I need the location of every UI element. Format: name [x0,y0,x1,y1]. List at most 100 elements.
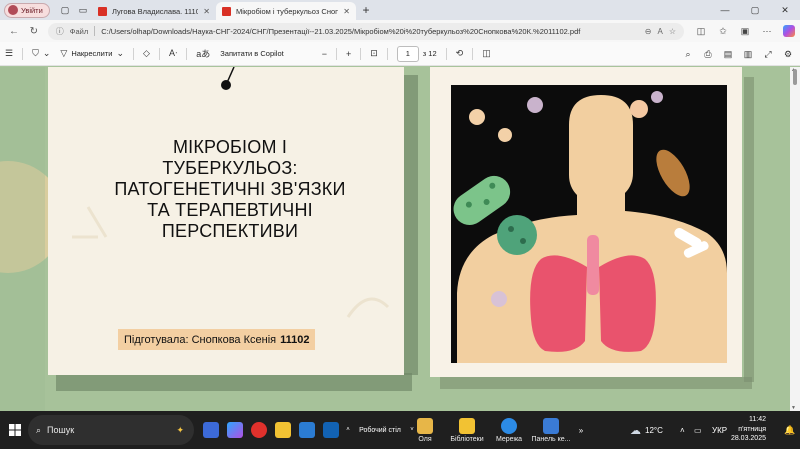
user-folder-icon [417,417,433,434]
favorites-icon[interactable]: ✩ [712,20,734,42]
maximize-button[interactable]: ▢ [740,0,770,20]
edge-icon [203,422,219,438]
pinned-network[interactable]: Мережа [494,411,524,449]
language-indicator[interactable]: УКР [712,411,727,449]
pen-icon: ▽ [60,48,68,58]
rotate-button[interactable]: ⟲ [451,42,469,66]
search-icon[interactable]: ⌕ [678,42,698,66]
page-view-button[interactable]: ◫ [477,42,496,66]
word-button[interactable] [296,411,318,449]
pinned-label: Бібліотеки [450,435,484,443]
more-icon[interactable]: ⋯ [756,20,778,42]
copilot-button[interactable] [778,20,800,42]
outlook-button[interactable] [320,411,342,449]
chevron-down-icon: ⌄ [42,48,51,58]
network-tray-icon[interactable]: ▭ [694,411,702,449]
divider [445,47,447,60]
pinned-label: Панель ке... [531,435,571,443]
microbiome-illustration [451,85,727,363]
avatar [8,5,18,15]
read-aloud-icon: Aᐧ [168,48,178,58]
divider [22,47,24,60]
eraser-icon: ◇ [143,48,150,58]
close-icon[interactable]: ✕ [203,7,210,16]
pinned-libraries[interactable]: Бібліотеки [448,411,486,449]
copilot-app-button[interactable] [224,411,246,449]
back-button[interactable]: ← [4,20,24,42]
slide-title-panel: Мікробіом і туберкульоз: патогенетичні з… [48,67,404,375]
tab-microbiome[interactable]: Мікробіом і туберкульоз Снопков ✕ [216,2,356,20]
opera-button[interactable] [248,411,270,449]
contents-button[interactable]: ☰ [0,42,18,66]
save-icon[interactable]: ▤ [718,42,738,66]
page-number-input[interactable]: 1 [396,45,419,62]
refresh-button[interactable]: ↻ [24,20,44,42]
weather-widget[interactable]: ☁ 12°C [630,411,663,449]
tab-actions-icon[interactable]: ▢ [56,0,74,20]
filter-button[interactable]: ⛉ ⌄ [27,42,55,66]
close-window-button[interactable]: ✕ [770,0,800,20]
print-icon[interactable]: ⎙ [698,42,718,66]
split-screen-icon[interactable]: ◫ [690,20,712,42]
profile-label: Увійти [21,5,43,15]
chevron-up-icon[interactable]: ˄ [344,411,352,449]
fit-page-button[interactable]: ⊡ [365,42,383,66]
desktop-label[interactable]: Робочий стіл [356,411,404,449]
minus-icon: − [321,48,327,59]
tab-title: Мікробіом і туберкульоз Снопков [236,6,339,16]
window-controls: — ▢ ✕ [710,0,800,20]
close-icon[interactable]: ✕ [343,7,350,16]
divider [335,47,337,60]
pinned-control-panel[interactable]: Панель ке... [530,411,572,449]
ask-copilot-label: Запитати в Copilot [220,49,284,58]
save-as-icon[interactable]: ▥ [738,42,758,66]
zoom-icon[interactable]: ⊖ [645,27,652,36]
plus-icon: + [345,48,352,59]
favorite-icon[interactable]: ☆ [669,27,676,36]
start-button[interactable] [4,411,26,449]
draw-label: Накреслити [71,49,113,58]
divider [386,47,388,60]
read-aloud-button[interactable]: Aᐧ [164,42,182,66]
zoom-in-button[interactable]: + [341,42,356,66]
notifications-icon[interactable]: 🔔 [784,411,795,449]
settings-icon[interactable]: ⚙ [778,42,798,66]
title-bar: Увійти ▢ ▭ Лугова Владислава. 11102. Вар… [0,0,800,20]
file-explorer-button[interactable] [272,411,294,449]
eraser-button[interactable]: ◇ [138,42,155,66]
new-tab-button[interactable]: + [356,0,376,20]
windows-icon [9,424,21,436]
tray-overflow-icon[interactable]: ˄ [680,411,685,449]
fullscreen-icon[interactable]: ⤢ [758,42,778,66]
read-aloud-icon[interactable]: A [657,27,662,36]
divider [158,47,160,60]
collections-icon[interactable]: ▣ [734,20,756,42]
search-icon: ⌕ [36,424,42,435]
zoom-out-button[interactable]: − [317,42,332,66]
task-view-button[interactable] [200,411,222,449]
pdf-viewport[interactable]: Мікробіом і туберкульоз: патогенетичні з… [0,67,790,411]
tab-lugova[interactable]: Лугова Владислава. 11102. Варіант ✕ [92,2,216,20]
clock-weekday: п'ятниця [738,425,766,433]
clock[interactable]: 11:42 п'ятниця 28.03.2025 [731,415,766,444]
pinned-user-folder[interactable]: Оля [414,411,436,449]
translate-button[interactable]: aあ [191,42,215,66]
vertical-tabs-icon[interactable]: ▭ [74,0,92,20]
search-box[interactable]: ⌕ Пошук ✦ [28,415,194,445]
address-bar[interactable]: ⓘ Файл C:/Users/olhap/Downloads/Наука-СН… [47,22,684,40]
chevron-right-icon[interactable]: » [576,411,586,449]
page-navigator: 1 з 12 [392,42,442,66]
vertical-scrollbar[interactable]: ▲ ▼ [790,67,800,411]
scrollbar-thumb[interactable] [793,69,797,85]
draw-button[interactable]: ▽ Накреслити ⌄ [55,42,129,66]
address-bar-row: ← ↻ ⓘ Файл C:/Users/olhap/Downloads/Наук… [0,20,800,42]
taskbar: ⌕ Пошук ✦ ˄ Робочий стіл ˅ Оля Бібліотек… [0,411,800,449]
profile-button[interactable]: Увійти [4,2,50,18]
minimize-button[interactable]: — [710,0,740,20]
word-icon [299,422,315,438]
pdf-icon [222,6,231,16]
browser-actions: ◫ ✩ ▣ ⋯ [690,20,800,42]
ask-copilot-button[interactable]: Запитати в Copilot [215,42,288,66]
divider [186,47,188,60]
pinned-label: Оля [418,435,432,443]
